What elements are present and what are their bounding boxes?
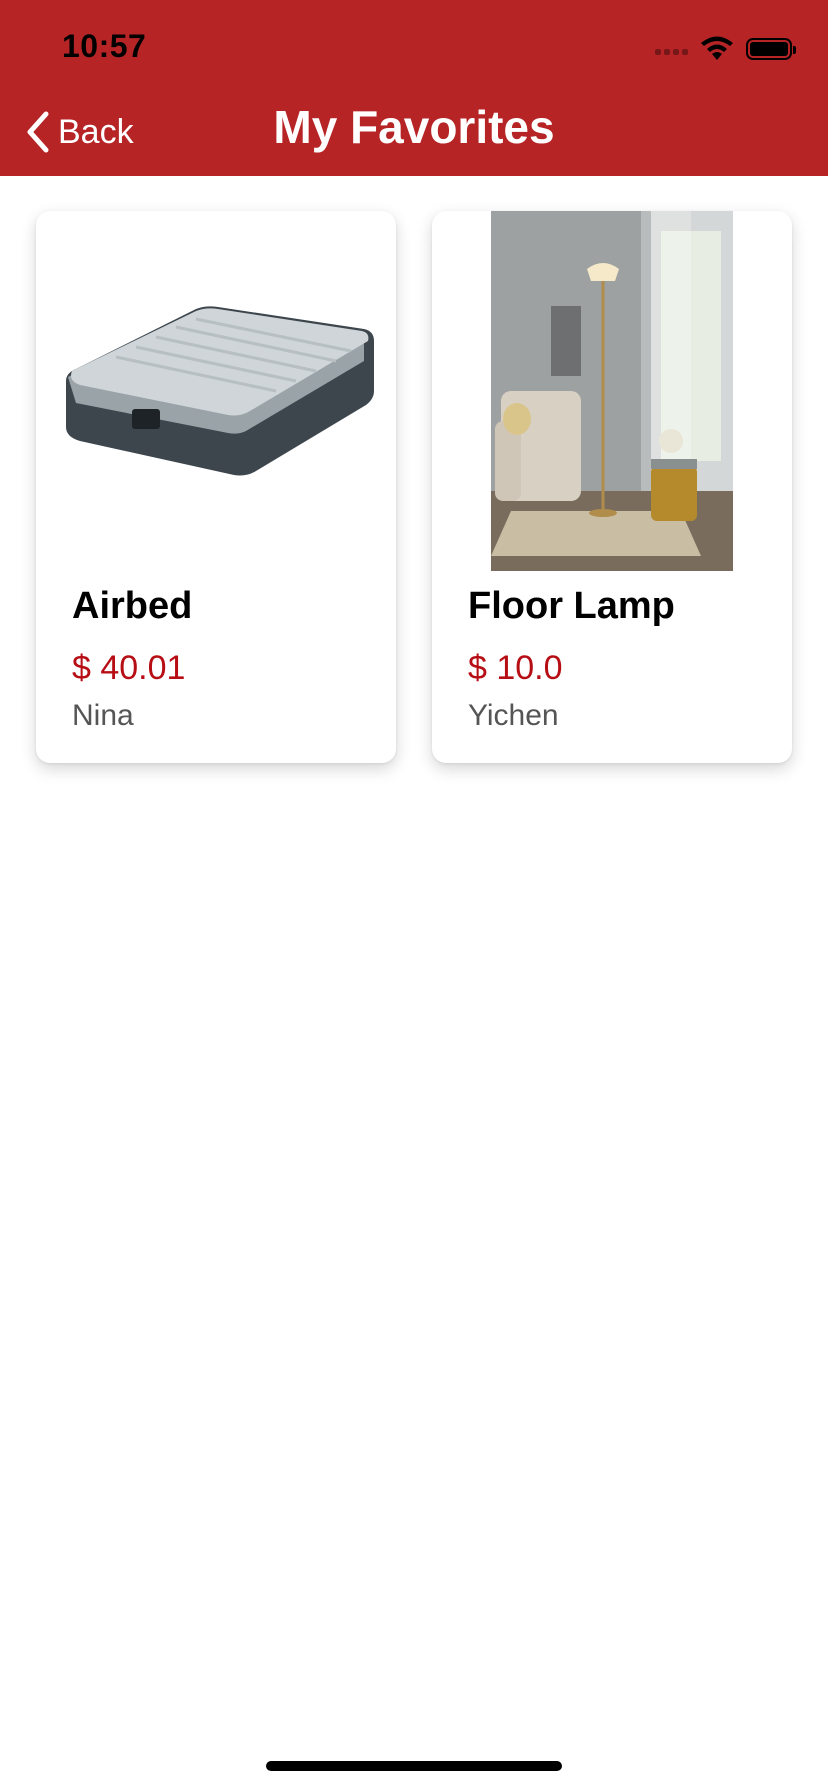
wifi-icon — [701, 36, 733, 60]
airbed-image — [36, 211, 396, 571]
floor-lamp-image — [432, 211, 792, 571]
home-indicator[interactable] — [266, 1761, 562, 1771]
status-icons — [655, 34, 796, 64]
card-seller: Yichen — [468, 699, 559, 732]
card-seller: Nina — [72, 699, 134, 732]
card-title: Airbed — [72, 585, 193, 627]
signal-icon — [655, 37, 688, 61]
favorite-card-floor-lamp[interactable]: Floor Lamp $ 10.0 Yichen — [432, 211, 792, 763]
navigation-header: 10:57 Back My Favorites — [0, 0, 828, 176]
battery-icon — [746, 38, 796, 60]
card-price: $ 10.0 — [468, 649, 563, 687]
favorite-card-airbed[interactable]: Airbed $ 40.01 Nina — [36, 211, 396, 763]
favorites-grid: Airbed $ 40.01 Nina Floor Lamp $ 10.0 Yi… — [36, 211, 792, 763]
card-price: $ 40.01 — [72, 649, 186, 687]
page-title: My Favorites — [273, 101, 555, 153]
card-title: Floor Lamp — [468, 585, 675, 627]
status-time: 10:57 — [62, 28, 147, 64]
